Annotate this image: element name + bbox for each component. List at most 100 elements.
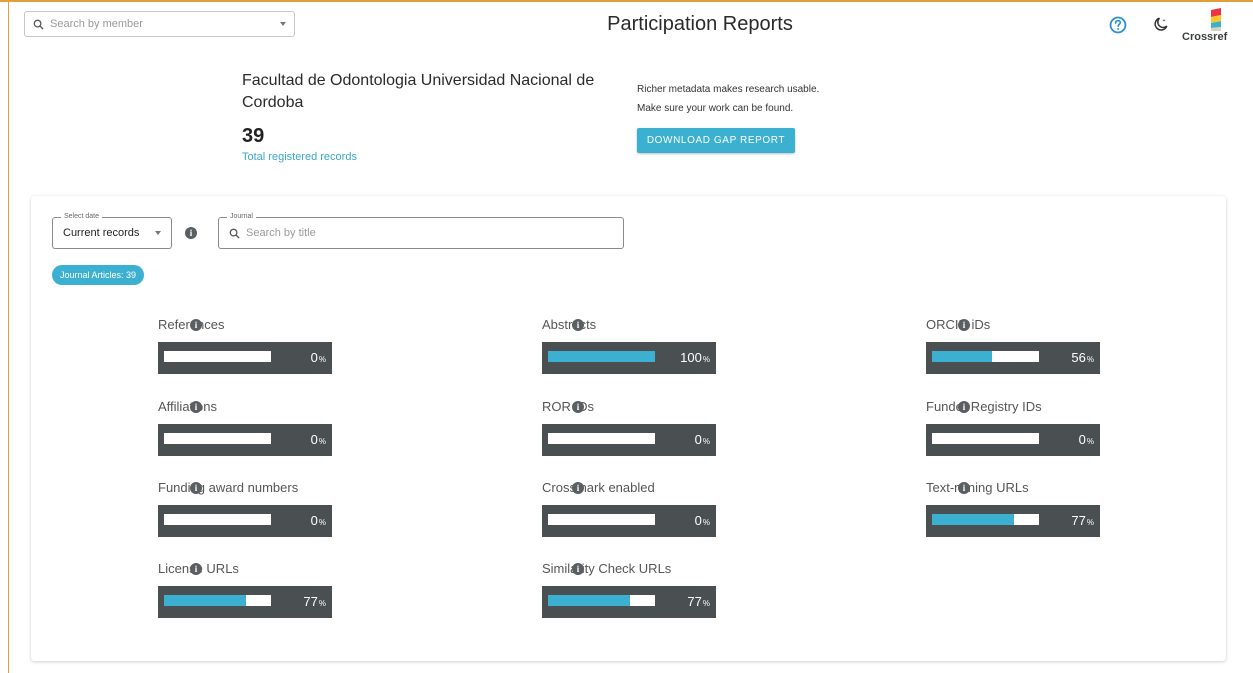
metric-percentage: 0% xyxy=(695,513,710,528)
metric-bar-box: 0% xyxy=(926,424,1100,456)
progress-track xyxy=(164,433,271,444)
journal-legend: Journal xyxy=(227,212,256,222)
crossref-logo-text: Crossref xyxy=(1182,31,1228,43)
metric-unit: % xyxy=(318,599,326,608)
progress-track xyxy=(548,514,655,525)
metric-value: 77 xyxy=(1071,513,1086,528)
metric-percentage: 0% xyxy=(311,513,326,528)
progress-track xyxy=(548,351,655,362)
select-date-legend: Select date xyxy=(61,212,103,222)
progress-track xyxy=(548,433,655,444)
info-icon[interactable]: i xyxy=(190,319,202,331)
metric-bar-box: 77% xyxy=(926,505,1100,537)
progress-fill xyxy=(932,351,992,362)
info-icon[interactable]: i xyxy=(958,482,970,494)
metric-percentage: 77% xyxy=(687,594,710,609)
info-icon[interactable]: i xyxy=(572,319,584,331)
journal-search-field[interactable]: Journal xyxy=(218,212,624,249)
metric-value: 0 xyxy=(310,350,318,365)
progress-track xyxy=(164,351,271,362)
info-icon[interactable]: i xyxy=(190,482,202,494)
metric-bar-box: 0% xyxy=(158,424,332,456)
metric-bar-box: 100% xyxy=(542,342,716,374)
total-records-count: 39 xyxy=(242,125,265,147)
metric-unit: % xyxy=(318,437,326,446)
metric-percentage: 0% xyxy=(311,350,326,365)
chevron-down-icon[interactable] xyxy=(155,231,161,235)
metric-label: Abstracts xyxy=(542,317,597,332)
search-icon xyxy=(33,19,44,30)
org-name: Facultad de Odontologia Universidad Naci… xyxy=(242,72,595,111)
metric-value: 77 xyxy=(687,594,702,609)
info-icon[interactable]: i xyxy=(572,482,584,494)
metric-bar-box: 56% xyxy=(926,342,1100,374)
metric-percentage: 56% xyxy=(1071,350,1094,365)
progress-fill xyxy=(548,351,655,362)
metric-bar-box: 77% xyxy=(158,586,332,618)
metric-unit: % xyxy=(318,355,326,364)
info-icon[interactable]: i xyxy=(572,401,584,413)
promo-text-line2: Make sure your work can be found. xyxy=(637,103,794,114)
metric-percentage: 77% xyxy=(1071,513,1094,528)
info-icon[interactable]: i xyxy=(572,563,584,575)
progress-fill xyxy=(164,595,247,606)
metric-value: 0 xyxy=(310,432,318,447)
info-icon[interactable]: i xyxy=(190,401,202,413)
page-title: Participation Reports xyxy=(607,13,793,35)
window-frame-top xyxy=(0,0,1253,2)
member-search-input[interactable] xyxy=(44,18,280,30)
metric-label: ROR IDs xyxy=(542,399,594,414)
info-icon[interactable]: i xyxy=(958,401,970,413)
progress-fill xyxy=(548,595,631,606)
metric-value: 56 xyxy=(1071,350,1086,365)
chevron-down-icon[interactable] xyxy=(280,22,286,26)
metric-value: 100 xyxy=(680,350,702,365)
progress-track xyxy=(548,595,655,606)
metric-label: Funder Registry IDs xyxy=(926,399,1042,414)
help-circle-icon[interactable] xyxy=(1109,16,1127,34)
metric-percentage: 0% xyxy=(1079,432,1094,447)
metric-percentage: 0% xyxy=(695,432,710,447)
select-date-dropdown[interactable]: Select date Current records xyxy=(52,212,172,249)
select-date-value: Current records xyxy=(63,227,140,239)
total-records-label: Total registered records xyxy=(242,151,357,163)
progress-track xyxy=(164,595,271,606)
metric-bar-box: 0% xyxy=(542,424,716,456)
member-search-field[interactable] xyxy=(24,11,295,37)
metric-bar-box: 77% xyxy=(542,586,716,618)
metric-unit: % xyxy=(1086,518,1094,527)
metric-value: 77 xyxy=(303,594,318,609)
metric-percentage: 77% xyxy=(303,594,326,609)
metric-unit: % xyxy=(318,518,326,527)
metric-percentage: 0% xyxy=(311,432,326,447)
download-gap-report-button[interactable]: DOWNLOAD GAP REPORT xyxy=(637,128,795,153)
metric-unit: % xyxy=(1086,437,1094,446)
metric-bar-box: 0% xyxy=(158,505,332,537)
info-icon[interactable]: i xyxy=(185,227,197,239)
progress-fill xyxy=(932,514,1015,525)
info-icon[interactable]: i xyxy=(958,319,970,331)
info-icon[interactable]: i xyxy=(190,563,202,575)
report-card: Select date Current records i Journal Jo… xyxy=(31,196,1226,661)
metric-label: Crossmark enabled xyxy=(542,480,655,495)
metric-label: Funding award numbers xyxy=(158,480,299,495)
metric-label: Similarity Check URLs xyxy=(542,561,672,576)
metric-value: 0 xyxy=(1078,432,1086,447)
promo-text-line1: Richer metadata makes research usable. xyxy=(637,84,820,95)
progress-track xyxy=(932,351,1039,362)
progress-track xyxy=(164,514,271,525)
metric-value: 0 xyxy=(310,513,318,528)
moon-icon[interactable] xyxy=(1153,16,1169,32)
metric-percentage: 100% xyxy=(680,350,710,365)
metric-unit: % xyxy=(702,518,710,527)
journal-articles-chip[interactable]: Journal Articles: 39 xyxy=(52,265,145,285)
journal-search-input[interactable] xyxy=(240,227,613,239)
metric-bar-box: 0% xyxy=(158,342,332,374)
window-frame-left xyxy=(8,0,9,673)
progress-track xyxy=(932,514,1039,525)
metric-label: Affiliations xyxy=(158,399,218,414)
metric-unit: % xyxy=(702,437,710,446)
metric-value: 0 xyxy=(694,513,702,528)
metric-label: Text-mining URLs xyxy=(926,480,1029,495)
metric-bar-box: 0% xyxy=(542,505,716,537)
